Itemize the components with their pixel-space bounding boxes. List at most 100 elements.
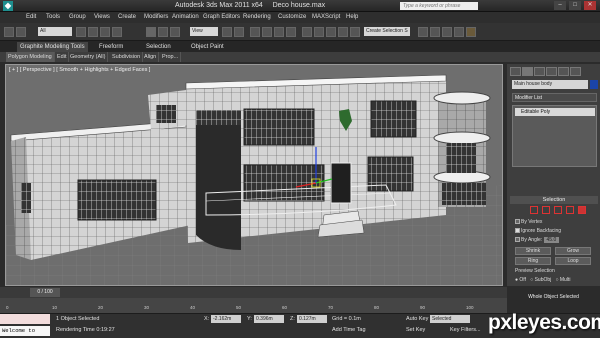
mirror-icon[interactable]	[302, 27, 312, 37]
by-angle-value[interactable]: 45.0	[543, 237, 560, 243]
ignore-backfacing-checkbox[interactable]	[515, 228, 520, 234]
auto-key-button[interactable]: Auto Key	[406, 316, 428, 322]
y-coordinate-field[interactable]: 0.396m	[254, 315, 284, 323]
selection-rollout-title[interactable]: Selection	[510, 196, 598, 204]
menu-graph-editors[interactable]: Graph Editors	[203, 14, 240, 20]
tab-graphite-modeling-tools[interactable]: Graphite Modeling Tools	[17, 42, 88, 52]
select-by-name-icon[interactable]	[88, 27, 98, 37]
menu-tools[interactable]: Tools	[46, 14, 60, 20]
manipulate-icon[interactable]	[234, 27, 244, 37]
select-object-icon[interactable]	[76, 27, 86, 37]
grow-button[interactable]: Grow	[555, 247, 591, 255]
rendered-frame-icon[interactable]	[454, 27, 464, 37]
by-angle-row[interactable]: By Angle: 45.0	[515, 237, 560, 243]
named-selection-set[interactable]: Create Selection S	[364, 27, 410, 36]
undo-icon[interactable]	[4, 27, 14, 37]
border-mode-icon[interactable]	[554, 206, 562, 214]
spinner-snap-icon[interactable]	[286, 27, 296, 37]
preview-selection-title: Preview Selection	[515, 268, 555, 274]
object-name-field[interactable]: Main house body	[512, 80, 588, 89]
stack-item-editable-poly[interactable]: Editable Poly	[515, 108, 595, 116]
pivot-icon[interactable]	[222, 27, 232, 37]
auto-key-mode-select[interactable]: Selected	[430, 315, 470, 323]
render-production-icon[interactable]	[466, 27, 476, 37]
preview-subobj-radio[interactable]: ○ SubObj	[530, 277, 551, 283]
panel-polygon-modeling[interactable]: Polygon Modeling	[6, 52, 55, 62]
object-color-swatch[interactable]	[590, 80, 598, 89]
ignore-backfacing-row[interactable]: Ignore Backfacing	[515, 228, 561, 234]
align-icon[interactable]	[314, 27, 324, 37]
menu-group[interactable]: Group	[69, 14, 86, 20]
z-coordinate-field[interactable]: 0.127m	[297, 315, 327, 323]
menu-edit[interactable]: Edit	[26, 14, 36, 20]
menu-create[interactable]: Create	[118, 14, 136, 20]
panel-properties[interactable]: Prop...	[160, 52, 182, 62]
move-icon[interactable]	[146, 27, 156, 37]
motion-tab-icon[interactable]	[546, 67, 557, 76]
panel-subdivision[interactable]: Subdivision	[110, 52, 144, 62]
panel-align[interactable]: Align	[142, 52, 160, 62]
graphite-toggle-icon[interactable]	[338, 27, 348, 37]
perspective-viewport[interactable]: [ + ] [ Perspective ] [ Smooth + Highlig…	[5, 64, 503, 286]
ring-button[interactable]: Ring	[515, 257, 551, 265]
shrink-button[interactable]: Shrink	[515, 247, 551, 255]
scale-icon[interactable]	[170, 27, 180, 37]
hierarchy-tab-icon[interactable]	[534, 67, 545, 76]
create-tab-icon[interactable]	[510, 67, 521, 76]
tab-object-paint[interactable]: Object Paint	[188, 42, 227, 52]
menu-maxscript[interactable]: MAXScript	[312, 14, 340, 20]
preview-multi-radio[interactable]: ○ Multi	[555, 277, 570, 283]
by-vertex-checkbox[interactable]	[515, 219, 520, 225]
selection-filter-select[interactable]: All	[38, 27, 72, 36]
reference-coord-select[interactable]: View	[190, 27, 218, 36]
modifier-list-dropdown[interactable]: Modifier List	[512, 93, 597, 102]
element-mode-icon[interactable]	[578, 206, 586, 214]
edge-mode-icon[interactable]	[542, 206, 550, 214]
display-tab-icon[interactable]	[558, 67, 569, 76]
rotate-icon[interactable]	[158, 27, 168, 37]
close-icon[interactable]: ✕	[584, 1, 596, 10]
by-angle-checkbox[interactable]	[515, 237, 520, 243]
utilities-tab-icon[interactable]	[570, 67, 581, 76]
menu-help[interactable]: Help	[346, 14, 358, 20]
x-coordinate-field[interactable]: -2.162m	[211, 315, 241, 323]
vertex-mode-icon[interactable]	[530, 206, 538, 214]
loop-button[interactable]: Loop	[555, 257, 591, 265]
polygon-mode-icon[interactable]	[566, 206, 574, 214]
house-model[interactable]	[6, 65, 503, 286]
menu-rendering[interactable]: Rendering	[243, 14, 271, 20]
maximize-icon[interactable]: □	[569, 1, 581, 10]
by-vertex-row[interactable]: By Vertex	[515, 219, 542, 225]
time-slider-handle[interactable]: 0 / 100	[30, 288, 60, 297]
tab-selection[interactable]: Selection	[143, 42, 174, 52]
app-logo-icon[interactable]: ◆	[3, 1, 13, 11]
layer-manager-icon[interactable]	[326, 27, 336, 37]
redo-icon[interactable]	[16, 27, 26, 37]
tab-freeform[interactable]: Freeform	[96, 42, 126, 52]
menu-animation[interactable]: Animation	[172, 14, 199, 20]
window-crossing-icon[interactable]	[112, 27, 122, 37]
schematic-view-icon[interactable]	[418, 27, 428, 37]
modify-tab-icon[interactable]	[522, 67, 533, 76]
menu-modifiers[interactable]: Modifiers	[144, 14, 168, 20]
time-slider[interactable]: 0 / 100	[0, 287, 507, 298]
snaps-toggle-icon[interactable]	[250, 27, 260, 37]
render-setup-icon[interactable]	[442, 27, 452, 37]
maxscript-listener-mini[interactable]	[0, 314, 50, 324]
preview-off-radio[interactable]: ● Off	[515, 277, 526, 283]
welcome-message[interactable]: Welcome to M...	[0, 326, 50, 338]
menu-customize[interactable]: Customize	[278, 14, 306, 20]
region-select-icon[interactable]	[100, 27, 110, 37]
material-editor-icon[interactable]	[430, 27, 440, 37]
set-key-button[interactable]: Set Key	[406, 327, 425, 333]
curve-editor-icon[interactable]	[350, 27, 360, 37]
add-time-tag-button[interactable]: Add Time Tag	[332, 327, 366, 333]
minimize-icon[interactable]: –	[554, 1, 566, 10]
search-input[interactable]	[400, 2, 478, 10]
percent-snap-icon[interactable]	[274, 27, 284, 37]
key-filters-button[interactable]: Key Filters...	[450, 327, 481, 333]
menu-views[interactable]: Views	[94, 14, 110, 20]
angle-snap-icon[interactable]	[262, 27, 272, 37]
panel-geometry-all[interactable]: Geometry (All)	[68, 52, 109, 62]
track-bar[interactable]: 0 10 20 30 40 50 60 70 80 90 100	[0, 298, 507, 313]
